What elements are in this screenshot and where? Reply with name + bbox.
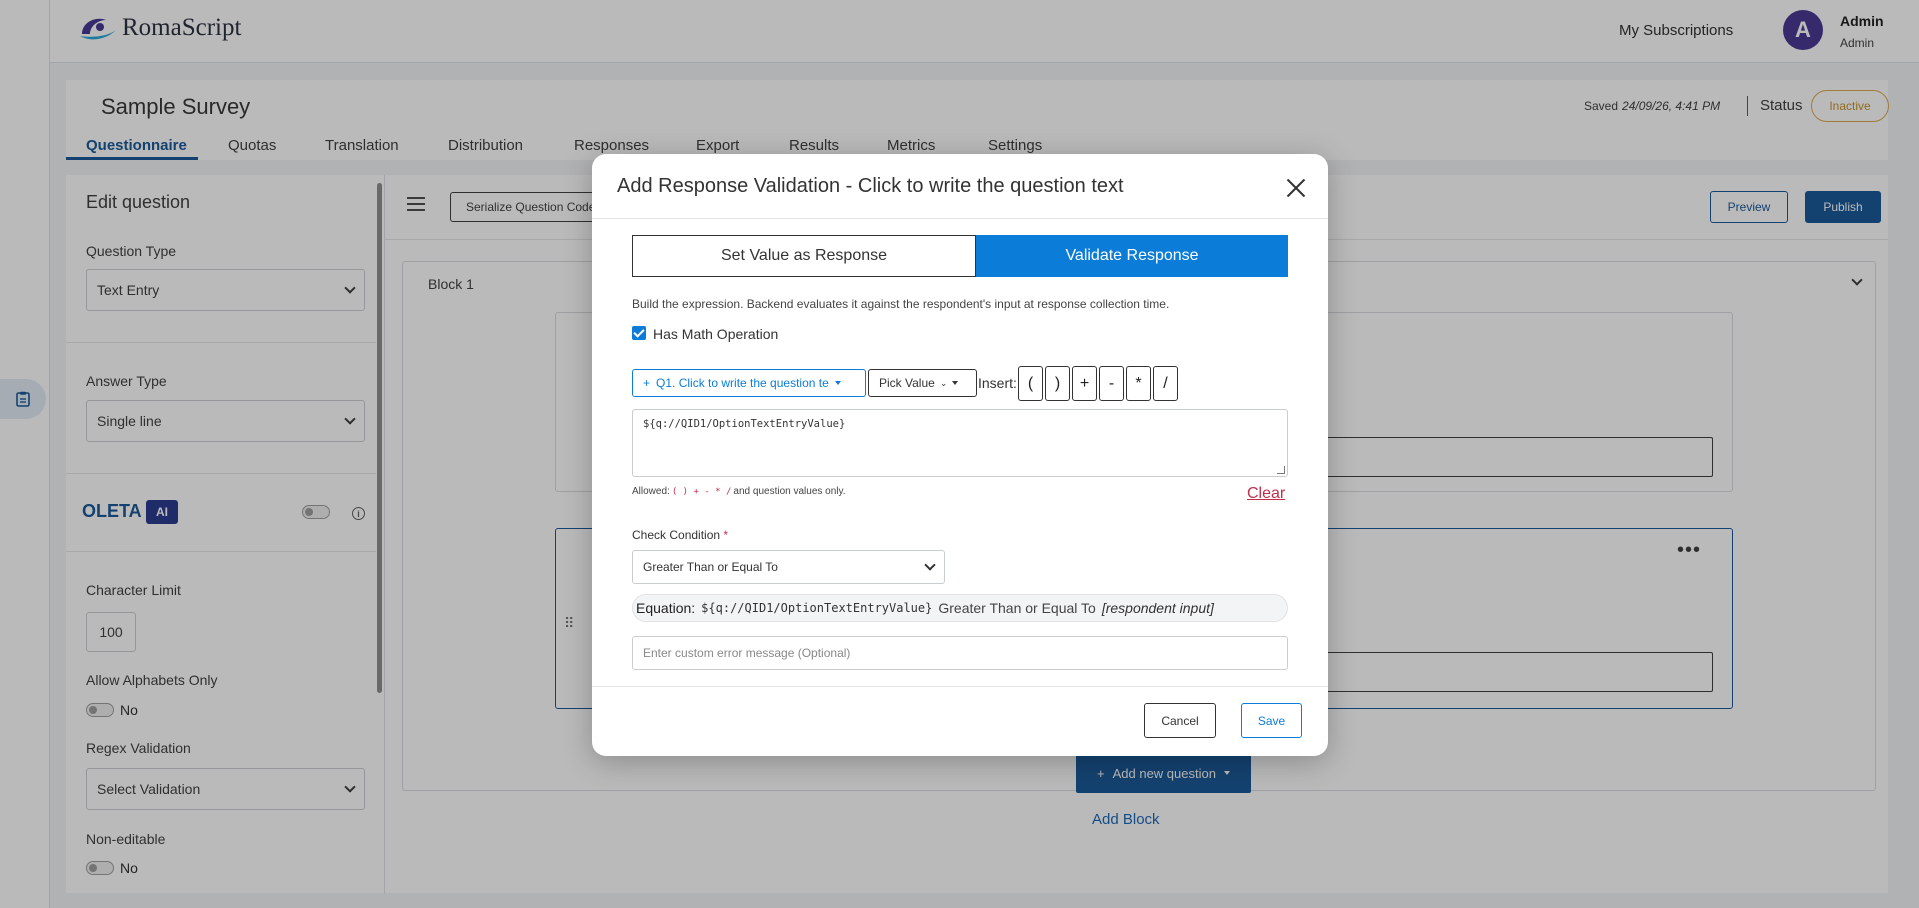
modal-title: Add Response Validation - Click to write… [617,175,1124,197]
equation-condition: Greater Than or Equal To [938,600,1096,616]
required-mark: * [723,528,729,542]
equation-label: Equation: [636,600,696,616]
chevron-down-icon: ⌄ [939,377,948,388]
equation-respondent-input: [respondent input] [1101,600,1214,616]
cancel-button[interactable]: Cancel [1144,703,1216,738]
save-button[interactable]: Save [1241,703,1302,738]
pick-value-dropdown[interactable]: Pick Value ⌄ [868,369,977,397]
caret-down-icon [834,381,841,385]
divider [592,686,1328,687]
question-picker-label: Q1. Click to write the question te [656,376,829,390]
clear-link[interactable]: Clear [1247,485,1285,503]
divider [592,218,1328,219]
allowed-prefix: Allowed: [632,486,670,497]
expression-textarea[interactable]: ${q://QID1/OptionTextEntryValue} [632,409,1288,477]
chevron-down-icon [924,558,936,571]
pick-value-label: Pick Value [879,376,935,390]
resize-handle-icon[interactable] [1277,466,1285,474]
check-condition-text: Check Condition [632,528,721,542]
expression-text: ${q://QID1/OptionTextEntryValue} [643,418,846,430]
plus-icon: + [643,376,651,390]
math-operation-label: Has Math Operation [653,326,779,342]
caret-down-icon [952,381,959,385]
mode-toggle: Set Value as Response Validate Response [632,235,1288,277]
math-operation-checkbox[interactable] [632,326,646,340]
set-value-tab[interactable]: Set Value as Response [632,235,976,277]
allowed-operators: ( ) + - * / [671,487,732,497]
check-condition-label: Check Condition * [632,528,728,542]
check-condition-value: Greater Than or Equal To [643,560,778,574]
help-text: Build the expression. Backend evaluates … [632,297,1170,311]
insert-label: Insert: [978,375,1017,391]
allowed-hint: Allowed:( ) + - * / and question values o… [632,486,846,497]
close-icon[interactable] [1284,176,1308,200]
insert-minus-button[interactable]: - [1099,366,1124,401]
response-validation-modal: Add Response Validation - Click to write… [592,154,1328,756]
question-picker-dropdown[interactable]: + Q1. Click to write the question te [632,369,866,397]
insert-close-paren-button[interactable]: ) [1045,366,1070,401]
custom-error-input[interactable] [632,636,1288,670]
check-condition-select[interactable]: Greater Than or Equal To [632,550,945,584]
equation-variable: ${q://QID1/OptionTextEntryValue} [701,601,933,615]
equation-preview: Equation: ${q://QID1/OptionTextEntryValu… [632,594,1288,622]
validate-response-tab[interactable]: Validate Response [976,235,1288,277]
insert-open-paren-button[interactable]: ( [1018,366,1043,401]
insert-divide-button[interactable]: / [1153,366,1178,401]
insert-plus-button[interactable]: + [1072,366,1097,401]
insert-multiply-button[interactable]: * [1126,366,1151,401]
allowed-suffix: and question values only. [733,486,846,497]
